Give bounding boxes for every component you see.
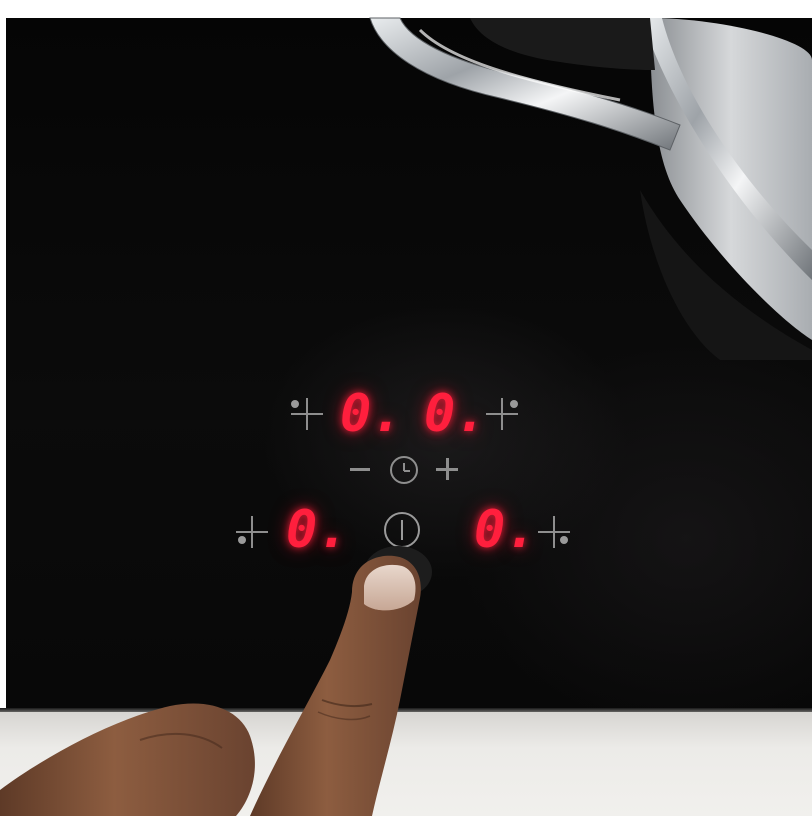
fingernail — [364, 564, 416, 611]
hand-knuckles — [0, 703, 255, 816]
cooktop-photo: 0. 0. 0. 0. — [0, 0, 812, 816]
pointing-hand — [0, 546, 432, 816]
